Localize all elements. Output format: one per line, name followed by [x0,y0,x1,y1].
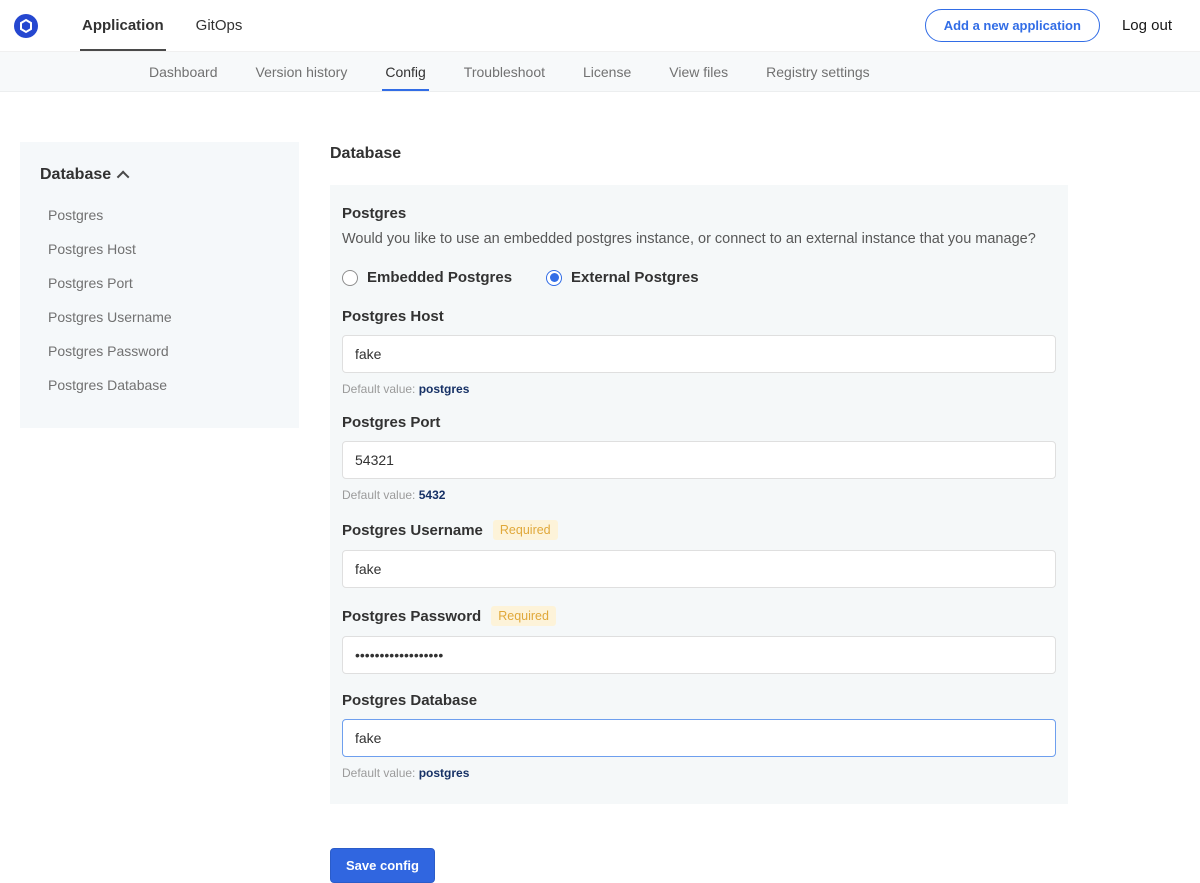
postgres-username-input[interactable] [342,550,1056,588]
top-navbar: Application GitOps Add a new application… [0,0,1200,52]
postgres-port-input[interactable] [342,441,1056,479]
radio-embedded-label: Embedded Postgres [367,269,512,286]
add-application-button[interactable]: Add a new application [925,9,1100,42]
field-label: Postgres Username [342,522,483,539]
subnav-tab-version-history[interactable]: Version history [237,52,367,91]
required-badge: Required [493,520,558,540]
postgres-host-input[interactable] [342,335,1056,373]
subnav-tab-view-files[interactable]: View files [650,52,747,91]
field-postgres-password: Postgres Password Required [342,606,1056,674]
subnav-tab-config[interactable]: Config [366,52,444,91]
radio-circle-icon [342,270,358,286]
navbar-tabs: Application GitOps [66,0,258,51]
field-postgres-username: Postgres Username Required [342,520,1056,588]
default-hint-prefix: Default value: [342,766,419,780]
sidebar-group-database[interactable]: Database [40,166,279,184]
sidebar-item-postgres-database[interactable]: Postgres Database [40,368,279,402]
config-content: Database Postgres Would you like to use … [330,142,1068,883]
page-title: Database [330,145,1068,163]
subnav-tab-license[interactable]: License [564,52,650,91]
default-hint-prefix: Default value: [342,382,419,396]
sidebar-item-postgres[interactable]: Postgres [40,198,279,232]
postgres-group-help: Would you like to use an embedded postgr… [342,231,1056,247]
app-logo-icon [12,12,40,40]
postgres-database-input[interactable] [342,719,1056,757]
config-sidebar: Database Postgres Postgres Host Postgres… [20,142,299,428]
postgres-group-label: Postgres [342,205,1056,222]
navbar-right: Add a new application Log out [925,9,1172,42]
default-hint-value: 5432 [419,488,446,502]
logout-link[interactable]: Log out [1122,17,1172,34]
postgres-mode-radio-group: Embedded Postgres External Postgres [342,269,1056,286]
default-value-hint: Default value: 5432 [342,488,1056,502]
tab-gitops[interactable]: GitOps [180,0,259,51]
sidebar-item-postgres-password[interactable]: Postgres Password [40,334,279,368]
field-postgres-database: Postgres Database Default value: postgre… [342,692,1056,780]
sidebar-item-postgres-port[interactable]: Postgres Port [40,266,279,300]
default-value-hint: Default value: postgres [342,766,1056,780]
save-row: Save config [330,848,1068,883]
radio-external-label: External Postgres [571,269,699,286]
sidebar-group-label: Database [40,166,111,184]
field-label: Postgres Database [342,692,477,709]
default-hint-value: postgres [419,382,470,396]
default-hint-prefix: Default value: [342,488,419,502]
config-group-box: Postgres Would you like to use an embedd… [330,185,1068,804]
postgres-password-input[interactable] [342,636,1056,674]
radio-external-postgres[interactable]: External Postgres [546,269,699,286]
field-postgres-port: Postgres Port Default value: 5432 [342,414,1056,502]
field-label: Postgres Password [342,608,481,625]
field-label: Postgres Host [342,308,444,325]
radio-circle-icon [546,270,562,286]
sidebar-item-postgres-username[interactable]: Postgres Username [40,300,279,334]
default-hint-value: postgres [419,766,470,780]
radio-embedded-postgres[interactable]: Embedded Postgres [342,269,512,286]
tab-application[interactable]: Application [66,0,180,51]
app-subnav: Dashboard Version history Config Trouble… [0,52,1200,92]
required-badge: Required [491,606,556,626]
subnav-tab-dashboard[interactable]: Dashboard [130,52,237,91]
subnav-tab-troubleshoot[interactable]: Troubleshoot [445,52,564,91]
field-label: Postgres Port [342,414,440,431]
config-page: Database Postgres Postgres Host Postgres… [0,92,1200,883]
chevron-up-icon [117,170,130,183]
subnav-tab-registry-settings[interactable]: Registry settings [747,52,888,91]
default-value-hint: Default value: postgres [342,382,1056,396]
save-config-button[interactable]: Save config [330,848,435,883]
field-postgres-host: Postgres Host Default value: postgres [342,308,1056,396]
sidebar-item-postgres-host[interactable]: Postgres Host [40,232,279,266]
